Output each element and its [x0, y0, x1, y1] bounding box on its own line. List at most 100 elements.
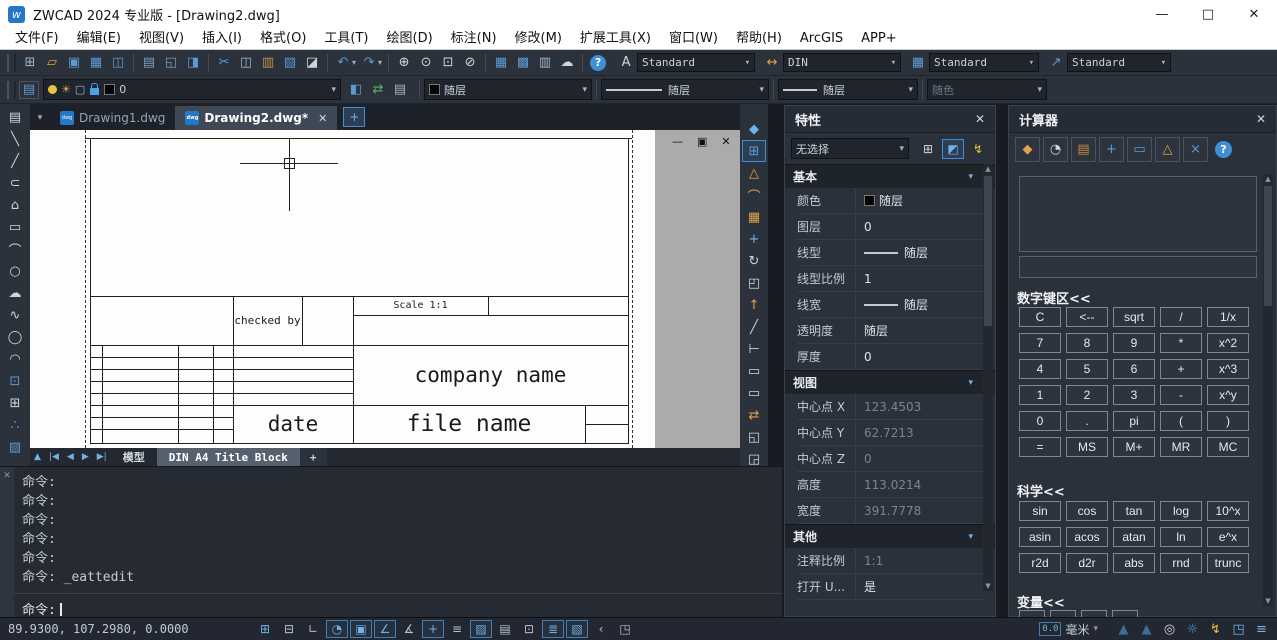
undo-dropdown-arrow[interactable]: ▾ — [352, 58, 356, 67]
selection-cycling-toggle[interactable]: ⊡ — [518, 620, 540, 638]
transparency-display-toggle[interactable]: ▨ — [470, 620, 492, 638]
redo-icon[interactable]: ↷ — [358, 53, 380, 73]
layer-new-vp-icon[interactable]: ▢ — [75, 83, 85, 96]
array-icon[interactable]: ▦ — [742, 206, 766, 228]
property-value[interactable]: 0 — [856, 220, 872, 234]
menu-item-file[interactable]: 文件(F) — [6, 28, 68, 49]
variables-section-label[interactable]: 变量<< — [1017, 592, 1065, 611]
arc-icon[interactable]: ⌒ — [3, 238, 27, 260]
clean-screen-toggle[interactable]: ◳ — [614, 620, 636, 638]
isolate-objects-icon[interactable]: ↯ — [1204, 620, 1227, 638]
quick-calculator-icon[interactable]: ▦ — [490, 53, 512, 73]
scroll-down-icon[interactable]: ▼ — [1263, 596, 1273, 606]
calculator-input[interactable] — [1019, 256, 1257, 278]
tab-din-a4-title-block[interactable]: DIN A4 Title Block — [157, 448, 300, 466]
undo-icon[interactable]: ↶ — [332, 53, 354, 73]
property-value[interactable]: 62.7213 — [856, 426, 914, 440]
plot-style-select[interactable]: 随色 ▾ — [927, 79, 1047, 100]
numpad-key-5[interactable]: 5 — [1066, 359, 1108, 379]
numpad-key-*[interactable]: * — [1160, 333, 1202, 353]
offset-icon[interactable]: ⌒ — [742, 184, 766, 206]
sci-key-sin[interactable]: sin — [1019, 501, 1061, 521]
mirror-icon[interactable]: △ — [742, 162, 766, 184]
calc-intersection-icon[interactable]: × — [1183, 137, 1208, 162]
redo-dropdown-arrow[interactable]: ▾ — [378, 58, 382, 67]
scientific-section-label[interactable]: 科学<< — [1017, 481, 1065, 500]
polar-tracking-toggle[interactable]: ◔ — [326, 620, 348, 638]
property-value[interactable]: 0 — [856, 452, 872, 466]
maximize-button[interactable]: □ — [1185, 0, 1231, 28]
menu-item-app[interactable]: APP+ — [852, 28, 905, 49]
lineweight-display-toggle[interactable]: ≡ — [446, 620, 468, 638]
calc-get-point-icon[interactable]: + — [1099, 137, 1124, 162]
rectangle-icon[interactable]: ▭ — [3, 216, 27, 238]
tab-model[interactable]: 模型 — [111, 448, 157, 466]
command-panel-close-icon[interactable]: ✕ — [3, 471, 11, 481]
dynamic-input-toggle[interactable]: + — [422, 620, 444, 638]
tab-close-icon[interactable]: ✕ — [318, 112, 327, 125]
table-style-select[interactable]: Standard▾ — [929, 53, 1039, 72]
first-layout-button[interactable]: |◀ — [45, 452, 63, 462]
quick-select-icon[interactable]: ⊞ — [917, 139, 939, 159]
customize-menu-icon[interactable]: ≡ — [1250, 620, 1273, 638]
sci-key-trunc[interactable]: trunc — [1207, 553, 1249, 573]
erase-icon[interactable]: ◆ — [742, 118, 766, 140]
minimize-button[interactable]: — — [1139, 0, 1185, 28]
ucs-display-toggle[interactable]: ▧ — [566, 620, 588, 638]
command-prompt[interactable]: 命令: — [22, 599, 62, 618]
snap-mode-toggle[interactable]: ⊟ — [278, 620, 300, 638]
select-objects-icon[interactable]: ◩ — [942, 139, 964, 159]
numpad-key-9[interactable]: 9 — [1113, 333, 1155, 353]
numpad-key-MR[interactable]: MR — [1160, 437, 1202, 457]
ellipse-arc-icon[interactable]: ◠ — [3, 348, 27, 370]
section-collapse-icon[interactable]: ▾ — [968, 172, 973, 182]
save-icon[interactable]: ▣ — [63, 53, 85, 73]
command-line-panel[interactable]: ✕ 命令:命令:命令:命令:命令:命令: _eattedit 命令: — [0, 466, 782, 618]
numpad-key-.[interactable]: . — [1066, 411, 1108, 431]
circle-icon[interactable]: ○ — [3, 260, 27, 282]
selection-filter-icon[interactable]: ◎ — [1158, 620, 1181, 638]
stretch-icon[interactable]: ↑ — [742, 294, 766, 316]
document-list-button[interactable]: ▾ — [30, 106, 50, 130]
break-icon[interactable]: ▭ — [742, 360, 766, 382]
numpad-key-pi[interactable]: pi — [1113, 411, 1155, 431]
make-block-icon[interactable]: ⊞ — [3, 392, 27, 414]
new-drawing-icon[interactable]: ⊞ — [19, 53, 41, 73]
numpad-key-<--[interactable]: <-- — [1066, 307, 1108, 327]
layer-freeze-icon[interactable]: ☀ — [61, 83, 71, 96]
sci-key-acos[interactable]: acos — [1066, 527, 1108, 547]
document-tab-2[interactable]: dwgDrawing2.dwg*✕ — [175, 106, 337, 130]
selection-filter-select[interactable]: 无选择 ▾ — [791, 138, 909, 159]
mleader-style-icon[interactable]: ↗ — [1045, 53, 1067, 73]
spline-icon[interactable]: ∿ — [3, 304, 27, 326]
palette-grip-icon[interactable]: ▤ — [3, 106, 27, 128]
calc-clear-icon[interactable]: ◆ — [1015, 137, 1040, 162]
sci-key-e^x[interactable]: e^x — [1207, 527, 1249, 547]
numpad-key-3[interactable]: 3 — [1113, 385, 1155, 405]
sci-key-r2d[interactable]: r2d — [1019, 553, 1061, 573]
rotate-icon[interactable]: ↻ — [742, 250, 766, 272]
insert-block-icon[interactable]: ⊡ — [3, 370, 27, 392]
properties-scroll-thumb[interactable] — [984, 176, 992, 326]
break-at-point-icon[interactable]: ▭ — [742, 382, 766, 404]
ortho-mode-toggle[interactable]: ∟ — [302, 620, 324, 638]
numpad-key-7[interactable]: 7 — [1019, 333, 1061, 353]
layer-select[interactable]: ☀ ▢ 0 ▾ — [43, 79, 341, 100]
help-icon[interactable]: ? — [590, 55, 606, 71]
table-icon[interactable]: ▩ — [512, 53, 534, 73]
numpad-key-sqrt[interactable]: sqrt — [1113, 307, 1155, 327]
copy-clip-icon[interactable]: ◫ — [235, 53, 257, 73]
scroll-up-icon[interactable]: ▲ — [1263, 174, 1273, 184]
calculator-scroll-thumb[interactable] — [1264, 186, 1272, 306]
sci-key-ln[interactable]: ln — [1160, 527, 1202, 547]
menu-item-help[interactable]: 帮助(H) — [727, 28, 791, 49]
scroll-down-icon[interactable]: ▼ — [983, 581, 993, 591]
property-value[interactable]: 113.0214 — [856, 478, 921, 492]
grid-display-toggle[interactable]: ⊞ — [254, 620, 276, 638]
scale-icon[interactable]: ◰ — [742, 272, 766, 294]
numpad-key-4[interactable]: 4 — [1019, 359, 1061, 379]
annotation-autoscale-icon[interactable]: ▲ — [1135, 620, 1158, 638]
viewport-close-button[interactable]: ✕ — [721, 135, 730, 148]
menu-item-express[interactable]: 扩展工具(X) — [571, 28, 660, 49]
numpad-key-x^2[interactable]: x^2 — [1207, 333, 1249, 353]
